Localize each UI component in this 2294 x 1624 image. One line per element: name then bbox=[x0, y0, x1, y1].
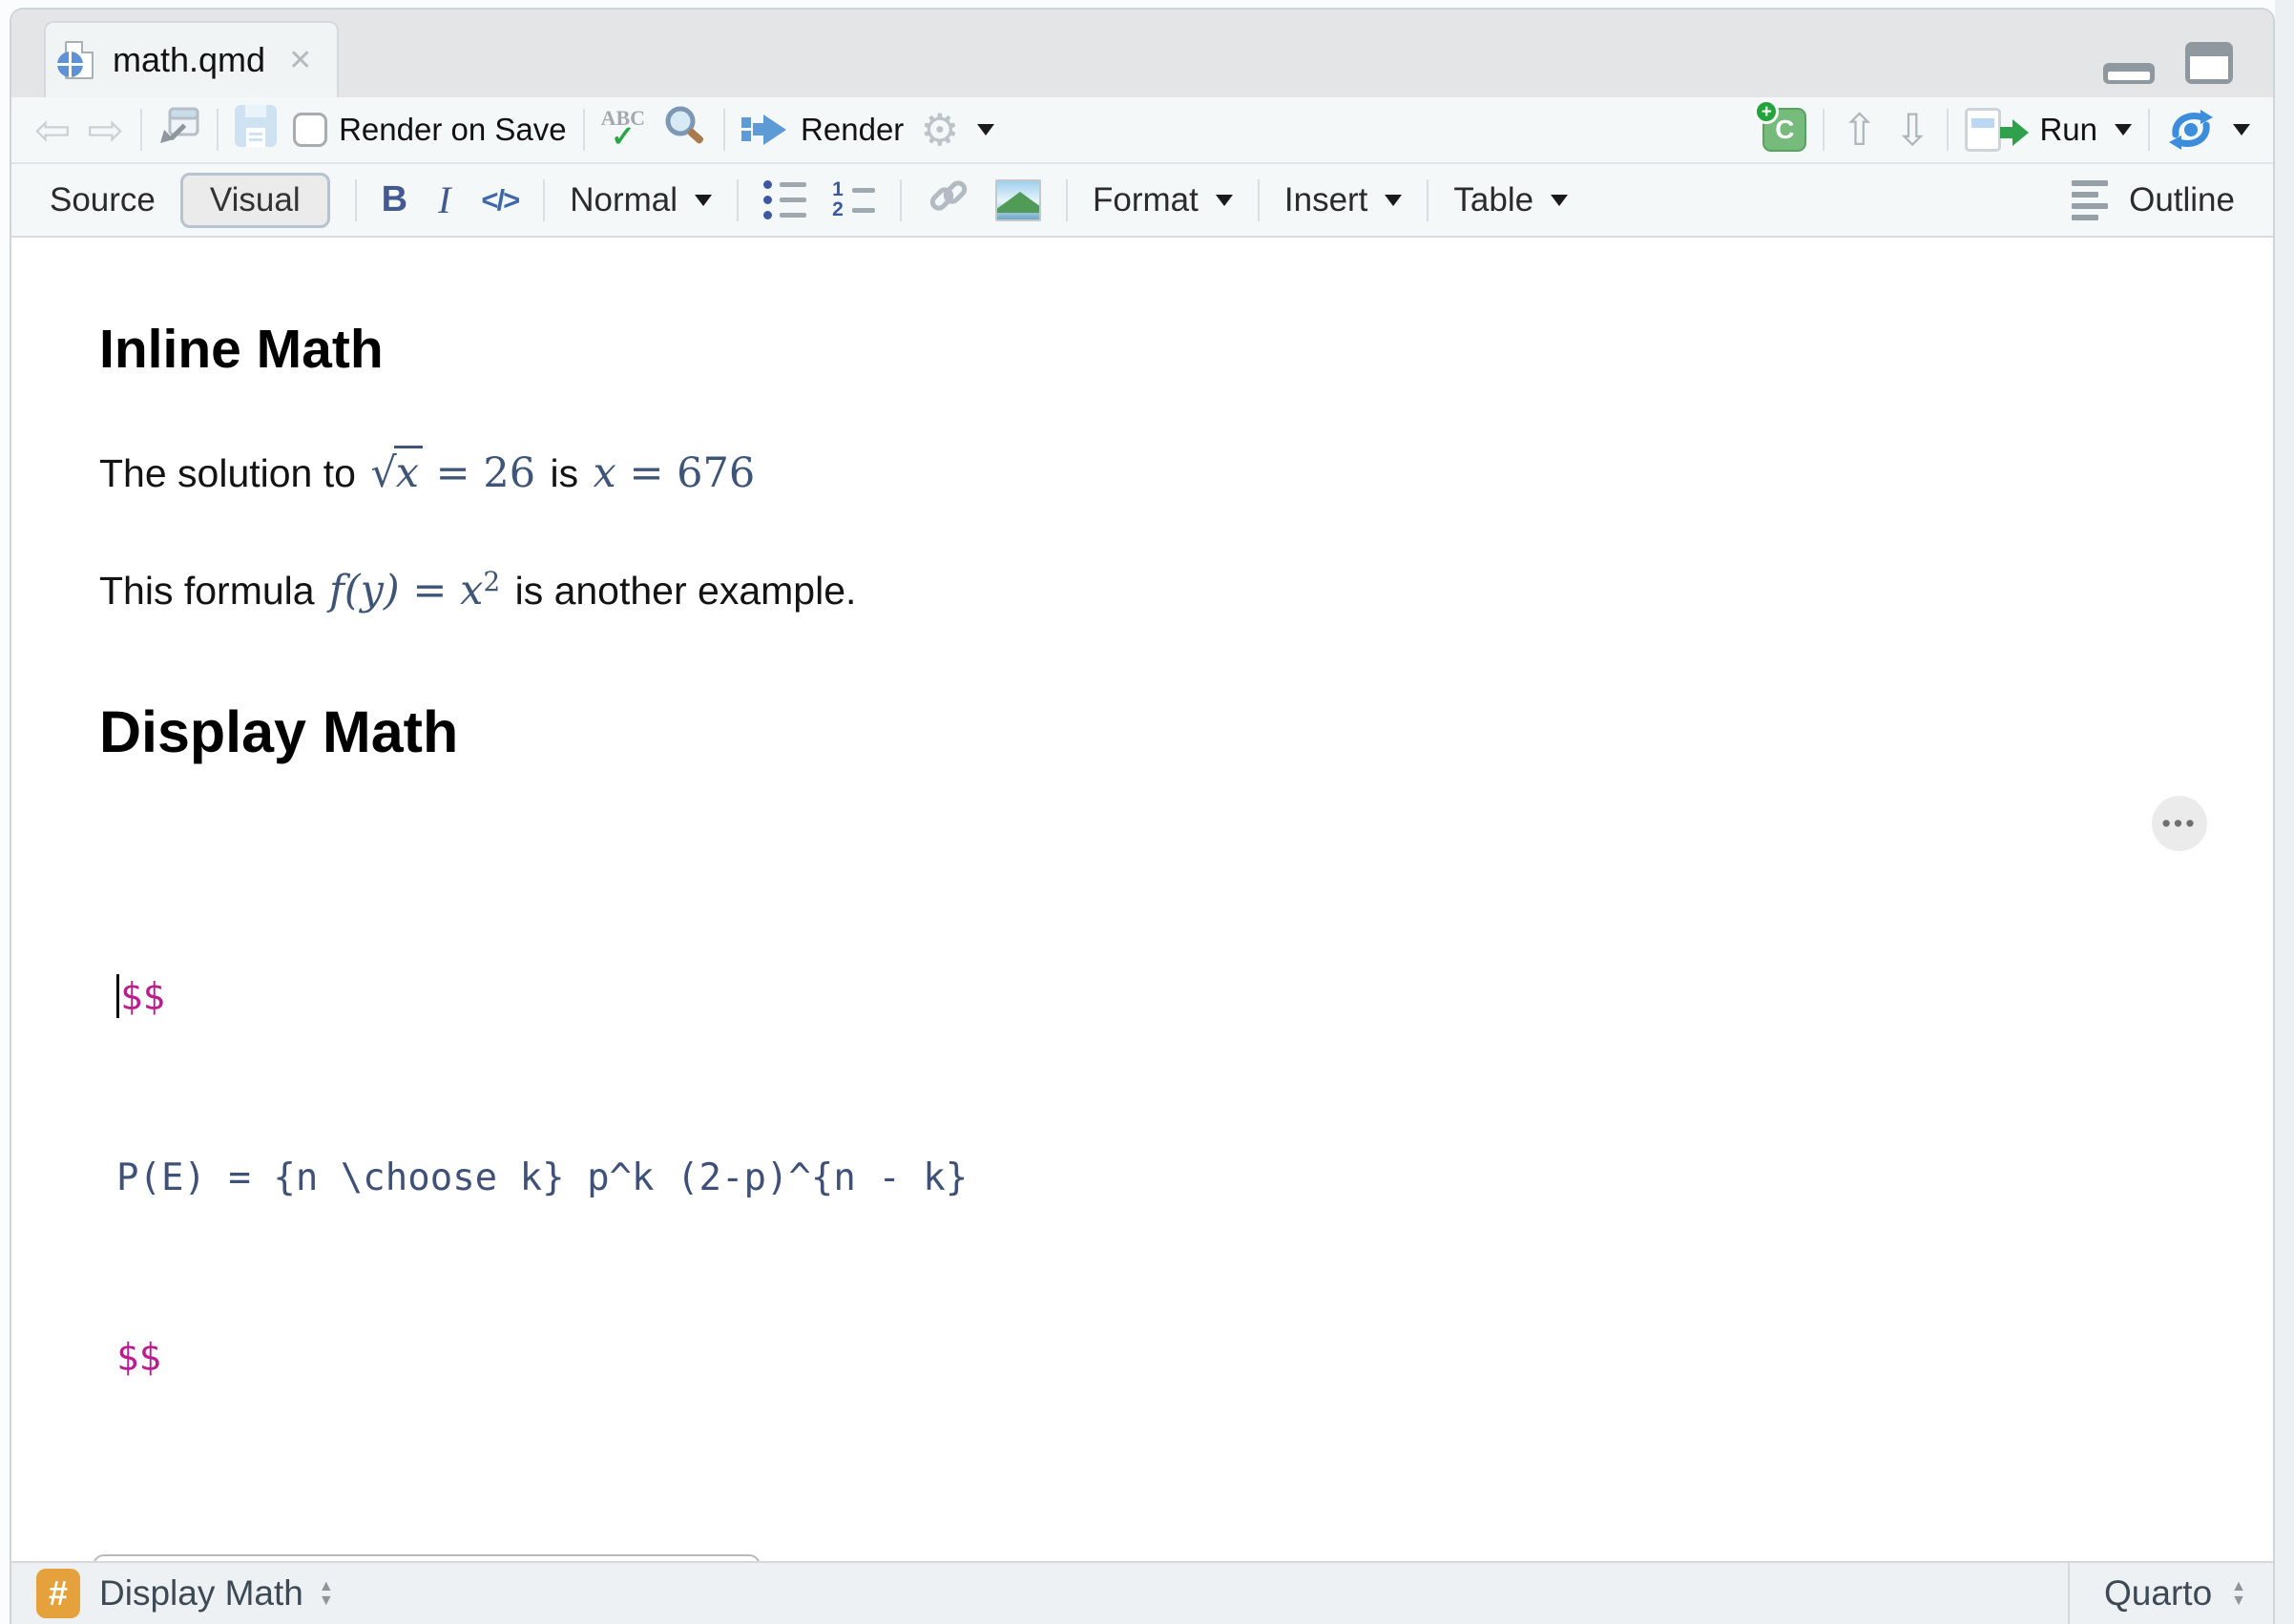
format-toolbar: Source Visual B I </> Normal 1 2 Format … bbox=[11, 164, 2273, 238]
gear-icon: ⚙ bbox=[920, 104, 960, 156]
run-label: Run bbox=[2039, 112, 2097, 147]
run-icon bbox=[1965, 108, 2030, 152]
mode-selector[interactable]: Quarto ▲ ▼ bbox=[2068, 1563, 2273, 1624]
divider bbox=[1427, 178, 1429, 221]
chevron-down-icon bbox=[695, 194, 713, 206]
link-button[interactable] bbox=[927, 174, 970, 226]
insert-chunk-button[interactable]: C + bbox=[1754, 99, 1807, 152]
mode-selector-icon: ▲ ▼ bbox=[2231, 1578, 2246, 1609]
numbered-list-button[interactable]: 1 2 bbox=[831, 179, 876, 219]
math-delimiter-close[interactable]: $$ bbox=[116, 1328, 2273, 1388]
math-preview-box[interactable]: P(E) = ( nk ) p k (2 − p ) n−k bbox=[93, 1554, 761, 1561]
spellcheck-icon[interactable]: ABC ✓ bbox=[601, 108, 645, 152]
divider bbox=[1066, 178, 1069, 221]
render-options-button[interactable]: ⚙ bbox=[920, 104, 994, 156]
render-on-save-toggle[interactable]: Render on Save bbox=[293, 112, 567, 148]
heading-hash-badge: # bbox=[36, 1569, 80, 1618]
chevron-down-icon bbox=[2115, 124, 2132, 135]
text-cursor bbox=[116, 974, 119, 1018]
render-label: Render bbox=[801, 112, 905, 147]
block-options-button[interactable]: ••• bbox=[2152, 796, 2207, 851]
divider bbox=[723, 109, 726, 151]
render-icon bbox=[741, 115, 787, 145]
outline-toggle[interactable]: Outline bbox=[2072, 179, 2235, 220]
save-icon[interactable] bbox=[235, 105, 278, 155]
source-rerun-button[interactable] bbox=[2166, 108, 2250, 152]
pane-controls bbox=[2103, 42, 2233, 84]
source-mode-button[interactable]: Source bbox=[50, 181, 156, 219]
paragraph-inline-math-2[interactable]: This formula f(y) = x2 is another exampl… bbox=[99, 566, 2273, 614]
table-menu[interactable]: Table bbox=[1453, 181, 1569, 219]
paragraph-inline-math-1[interactable]: The solution to √x = 26 is x = 676 bbox=[99, 446, 2273, 497]
ellipsis-icon: ••• bbox=[2161, 808, 2198, 838]
divider bbox=[1823, 109, 1825, 151]
chevron-down-icon bbox=[976, 124, 994, 135]
inline-math-sqrt: √x = 26 bbox=[370, 446, 535, 497]
render-button[interactable]: Render bbox=[741, 111, 904, 149]
quarto-orb-icon bbox=[57, 52, 83, 77]
chevron-down-icon bbox=[1385, 194, 1403, 206]
inline-code-button[interactable]: </> bbox=[481, 183, 520, 218]
sync-icon bbox=[2169, 110, 2213, 150]
minimize-pane-icon[interactable] bbox=[2103, 63, 2155, 84]
divider bbox=[543, 178, 546, 221]
paragraph-style-dropdown[interactable]: Normal bbox=[570, 181, 713, 219]
status-bar: # Display Math ▲ ▼ Quarto ▲ ▼ bbox=[11, 1561, 2273, 1624]
quarto-document-icon bbox=[57, 41, 94, 79]
right-gutter bbox=[2275, 0, 2294, 1624]
document-location[interactable]: Display Math bbox=[99, 1573, 303, 1614]
divider bbox=[1947, 109, 1950, 151]
heading-inline-math[interactable]: Inline Math bbox=[99, 318, 2273, 381]
render-on-save-label: Render on Save bbox=[339, 112, 567, 147]
math-source-block[interactable]: $$ P(E) = {n \choose k} p^k (2-p)^{n - k… bbox=[99, 847, 2273, 1509]
italic-button[interactable]: I bbox=[432, 177, 456, 222]
mode-label: Quarto bbox=[2104, 1573, 2213, 1613]
bullet-list-button[interactable] bbox=[763, 180, 807, 219]
math-delimiter-open[interactable]: $$ bbox=[116, 968, 2273, 1028]
chevron-down-icon bbox=[1551, 194, 1569, 206]
tab-math-qmd[interactable]: math.qmd ✕ bbox=[44, 21, 340, 97]
divider bbox=[1257, 178, 1260, 221]
heading-display-math[interactable]: Display Math bbox=[99, 698, 2273, 765]
open-in-new-window-icon[interactable] bbox=[158, 107, 200, 153]
tab-title: math.qmd bbox=[113, 40, 266, 79]
inline-math-x676: x = 676 bbox=[593, 449, 756, 497]
divider bbox=[354, 178, 357, 221]
source-editor-window: math.qmd ✕ ⇦ ⇨ Render on Save ABC ✓ Rend… bbox=[10, 8, 2275, 1624]
divider bbox=[737, 178, 740, 221]
tab-bar: math.qmd ✕ bbox=[11, 10, 2273, 97]
image-button[interactable] bbox=[995, 178, 1042, 221]
location-selector-icon[interactable]: ▲ ▼ bbox=[319, 1579, 334, 1609]
divider bbox=[140, 109, 143, 151]
render-on-save-checkbox[interactable] bbox=[293, 113, 328, 147]
insert-menu[interactable]: Insert bbox=[1284, 181, 1403, 219]
find-replace-icon[interactable] bbox=[661, 103, 707, 156]
forward-arrow-icon[interactable]: ⇨ bbox=[88, 108, 125, 152]
bold-button[interactable]: B bbox=[382, 179, 407, 220]
back-arrow-icon[interactable]: ⇦ bbox=[34, 108, 72, 152]
main-toolbar: ⇦ ⇨ Render on Save ABC ✓ Render ⚙ C + ⇧ … bbox=[11, 97, 2273, 164]
go-next-section-icon[interactable]: ⇩ bbox=[1894, 108, 1931, 152]
rstudio-editor-pane: math.qmd ✕ ⇦ ⇨ Render on Save ABC ✓ Rend… bbox=[0, 0, 2294, 1624]
divider bbox=[2148, 109, 2150, 151]
chevron-down-icon bbox=[2233, 124, 2250, 135]
close-tab-icon[interactable]: ✕ bbox=[288, 44, 312, 77]
chevron-down-icon bbox=[1215, 194, 1233, 206]
format-menu[interactable]: Format bbox=[1093, 181, 1233, 219]
go-previous-section-icon[interactable]: ⇧ bbox=[1841, 108, 1878, 152]
visual-mode-button[interactable]: Visual bbox=[179, 172, 330, 228]
divider bbox=[217, 109, 219, 151]
visual-editor-surface[interactable]: Inline Math The solution to √x = 26 is x… bbox=[11, 238, 2273, 1561]
divider bbox=[900, 178, 903, 221]
run-button[interactable]: Run bbox=[1965, 108, 2132, 152]
maximize-pane-icon[interactable] bbox=[2185, 42, 2233, 84]
link-icon bbox=[929, 180, 968, 211]
inline-math-fy: f(y) = x2 bbox=[328, 566, 501, 614]
outline-icon bbox=[2072, 179, 2109, 220]
math-source-line[interactable]: P(E) = {n \choose k} p^k (2-p)^{n - k} bbox=[116, 1148, 2273, 1208]
divider bbox=[582, 109, 585, 151]
